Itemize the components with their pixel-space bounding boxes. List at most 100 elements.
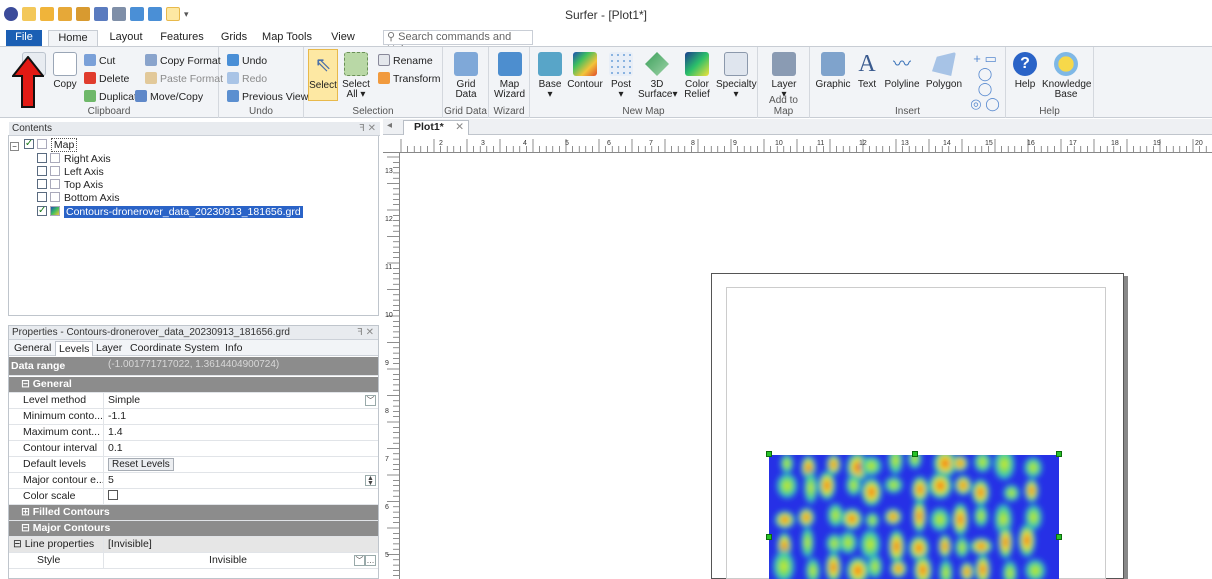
- chevron-down-icon[interactable]: ﹀: [365, 395, 376, 406]
- select-button[interactable]: ⇖ Select: [308, 49, 338, 101]
- tree-item-right-axis[interactable]: Right Axis: [37, 153, 111, 166]
- map-wizard-button[interactable]: Map Wizard: [492, 49, 527, 100]
- pin-close-icon[interactable]: ꟻ ✕: [359, 122, 376, 135]
- color-relief-button[interactable]: Color Relief: [680, 49, 714, 100]
- tab-info[interactable]: Info: [222, 341, 246, 356]
- contour-blob: [844, 472, 863, 498]
- selection-handle-top-left[interactable]: [766, 451, 772, 457]
- contours-layer-checkbox[interactable]: [37, 204, 47, 217]
- prop-minimum-contour[interactable]: Minimum conto... -1.1: [9, 409, 378, 425]
- more-options-icon[interactable]: …: [365, 555, 376, 566]
- bottom-axis-checkbox[interactable]: [37, 192, 47, 202]
- specialty-map-button[interactable]: Specialty ▾: [716, 49, 757, 100]
- polygon-icon: [932, 52, 956, 76]
- move-copy-button[interactable]: Move/Copy: [135, 89, 203, 105]
- tab-features[interactable]: Features: [156, 30, 208, 46]
- text-a-icon: A: [858, 51, 876, 77]
- contour-blob: [927, 471, 954, 501]
- spinner-icon[interactable]: ▲ ▼: [365, 475, 376, 487]
- left-axis-checkbox[interactable]: [37, 166, 47, 176]
- tree-item-top-axis[interactable]: Top Axis: [37, 179, 103, 192]
- help-button[interactable]: ? Help: [1010, 49, 1040, 90]
- grid-data-icon: [454, 52, 478, 76]
- ruler-v-label: 9: [385, 360, 389, 367]
- post-map-button[interactable]: Post ▾: [606, 49, 636, 100]
- prop-line-properties[interactable]: ⊟ Line properties [Invisible]: [9, 537, 378, 553]
- prop-style[interactable]: Style Invisible ﹀…: [9, 553, 378, 569]
- tab-grids[interactable]: Grids: [216, 30, 252, 46]
- chevron-down-icon[interactable]: ﹀: [354, 555, 365, 566]
- undo-button[interactable]: Undo: [227, 53, 267, 69]
- selection-handle-top-right[interactable]: [1056, 451, 1062, 457]
- map-visibility-checkbox[interactable]: [23, 137, 34, 150]
- polygon-button[interactable]: Polygon: [924, 49, 964, 90]
- rename-button[interactable]: Rename: [378, 53, 433, 69]
- ribbon-tab-row: File Home Layout Features Grids Map Tool…: [0, 30, 1212, 56]
- tab-layer[interactable]: Layer: [93, 341, 125, 356]
- tab-map-tools[interactable]: Map Tools: [258, 30, 316, 46]
- contour-map[interactable]: [769, 455, 1059, 579]
- tree-item-contours-layer[interactable]: Contours-dronerover_data_20230913_181656…: [37, 204, 303, 219]
- section-filled-contours[interactable]: ⊞ Filled Contours: [9, 505, 378, 521]
- copy-button[interactable]: Copy: [50, 49, 80, 90]
- contour-blob: [837, 529, 859, 557]
- select-all-button[interactable]: Select All ▾: [341, 49, 371, 100]
- search-input[interactable]: ⚲ Search commands and Help...: [383, 30, 533, 56]
- close-icon[interactable]: ✕: [455, 121, 464, 134]
- reset-levels-button[interactable]: Reset Levels: [108, 458, 174, 471]
- pin-close-icon[interactable]: ꟻ ✕: [357, 326, 374, 339]
- prop-color-scale[interactable]: Color scale: [9, 489, 378, 505]
- tree-item-bottom-axis[interactable]: Bottom Axis: [37, 192, 119, 205]
- top-axis-checkbox[interactable]: [37, 179, 47, 189]
- delete-button[interactable]: Delete: [84, 71, 129, 87]
- collapse-icon[interactable]: ⊟: [13, 538, 25, 550]
- section-major-contours[interactable]: ⊟ Major Contours: [9, 521, 378, 537]
- tab-coordinate-system[interactable]: Coordinate System: [127, 341, 222, 356]
- prop-level-method[interactable]: Level method Simple ﹀: [9, 393, 378, 409]
- tab-plot1[interactable]: Plot1* ✕: [403, 120, 469, 135]
- contour-blob: [889, 558, 908, 579]
- axis-icon: [50, 192, 60, 202]
- paste-format-button[interactable]: Paste Format: [145, 71, 223, 87]
- right-axis-checkbox[interactable]: [37, 153, 47, 163]
- selection-handle-top-middle[interactable]: [912, 451, 918, 457]
- prop-major-contour-every[interactable]: Major contour e... 5 ▲ ▼: [9, 473, 378, 489]
- color-scale-checkbox[interactable]: [108, 490, 118, 500]
- tab-levels[interactable]: Levels: [55, 341, 94, 356]
- previous-view-button[interactable]: Previous View: [227, 89, 308, 105]
- transform-button[interactable]: Transform: [378, 71, 440, 87]
- collapse-icon[interactable]: −: [10, 142, 19, 151]
- expand-icon[interactable]: ⊞: [21, 506, 33, 518]
- grid-data-button[interactable]: Grid Data: [449, 49, 483, 100]
- tree-item-left-axis[interactable]: Left Axis: [37, 166, 104, 179]
- prop-maximum-contour[interactable]: Maximum cont... 1.4: [9, 425, 378, 441]
- tab-home[interactable]: Home: [48, 30, 98, 46]
- tab-general[interactable]: General: [11, 341, 54, 356]
- collapse-icon[interactable]: ⊟: [21, 522, 33, 534]
- duplicate-button[interactable]: Duplicate: [84, 89, 143, 105]
- tab-file[interactable]: File: [6, 30, 42, 46]
- 3d-surface-button[interactable]: 3D Surface▾: [638, 49, 678, 100]
- graphic-button[interactable]: Graphic: [814, 49, 852, 90]
- add-layer-button[interactable]: Layer ▾: [766, 49, 802, 100]
- tab-layout[interactable]: Layout: [104, 30, 148, 46]
- collapse-icon[interactable]: ⊟: [21, 378, 33, 390]
- insert-more-icons[interactable]: + ▭ ◯ ◯ ◎ ◯: [970, 51, 1000, 111]
- contour-map-button[interactable]: Contour: [566, 49, 604, 90]
- text-button[interactable]: A Text: [854, 49, 880, 90]
- group-label-add-to-map: Add to Map: [769, 95, 798, 117]
- tree-item-map[interactable]: − Map: [10, 137, 78, 152]
- selection-handle-middle-right[interactable]: [1056, 534, 1062, 540]
- prop-contour-interval[interactable]: Contour interval 0.1: [9, 441, 378, 457]
- copy-format-button[interactable]: Copy Format: [145, 53, 221, 69]
- tab-view[interactable]: View: [326, 30, 360, 46]
- contour-blob: [817, 469, 837, 502]
- polyline-button[interactable]: 〰 Polyline: [882, 49, 922, 90]
- scroll-left-icon[interactable]: ◂: [387, 120, 392, 131]
- base-map-button[interactable]: Base ▾: [534, 49, 566, 100]
- redo-button[interactable]: Redo: [227, 71, 267, 87]
- cut-button[interactable]: Cut: [84, 53, 115, 69]
- knowledge-base-button[interactable]: Knowledge Base: [1042, 49, 1091, 100]
- selection-handle-middle-left[interactable]: [766, 534, 772, 540]
- section-general[interactable]: ⊟ General: [9, 377, 378, 393]
